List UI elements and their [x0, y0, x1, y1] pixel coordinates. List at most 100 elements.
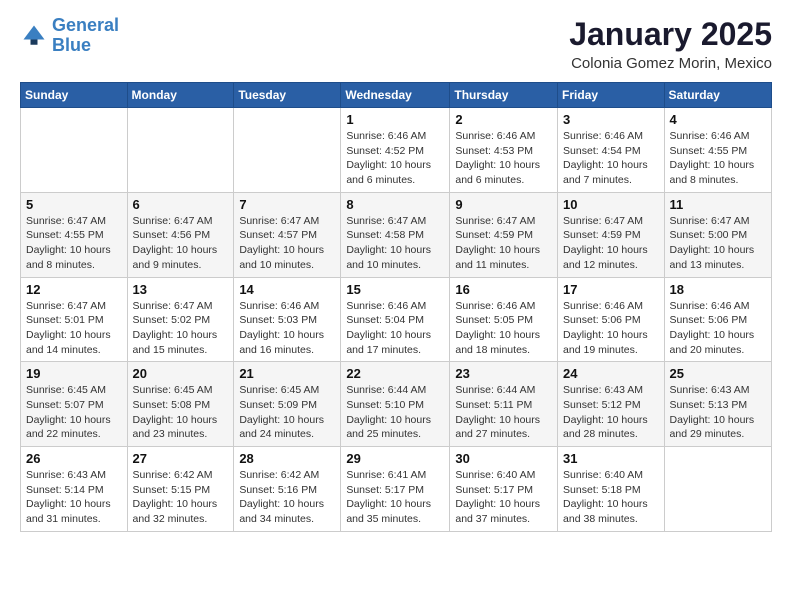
calendar-cell: 8 Sunrise: 6:47 AMSunset: 4:58 PMDaylight… — [341, 192, 450, 277]
day-number: 28 — [239, 451, 335, 466]
day-number: 15 — [346, 282, 444, 297]
calendar-cell: 21 Sunrise: 6:45 AMSunset: 5:09 PMDayligh… — [234, 362, 341, 447]
calendar-cell: 24Sunrise: 6:43 AMSunset: 5:12 PMDayligh… — [558, 362, 665, 447]
day-number: 22 — [346, 366, 444, 381]
col-monday: Monday — [127, 83, 234, 108]
day-number: 5 — [26, 197, 122, 212]
calendar-week-row: 5 Sunrise: 6:47 AMSunset: 4:55 PMDaylight… — [21, 192, 772, 277]
calendar-week-row: 19Sunrise: 6:45 AMSunset: 5:07 PMDayligh… — [21, 362, 772, 447]
header-row: Sunday Monday Tuesday Wednesday Thursday… — [21, 83, 772, 108]
day-number: 27 — [133, 451, 229, 466]
calendar-cell: 3Sunrise: 6:46 AMSunset: 4:54 PMDaylight… — [558, 108, 665, 193]
calendar-cell: 9 Sunrise: 6:47 AMSunset: 4:59 PMDaylight… — [450, 192, 558, 277]
day-info: Sunrise: 6:47 AMSunset: 4:59 PMDaylight:… — [563, 214, 659, 273]
calendar-cell: 31 Sunrise: 6:40 AMSunset: 5:18 PMDayligh… — [558, 447, 665, 532]
day-info: Sunrise: 6:44 AMSunset: 5:11 PMDaylight:… — [455, 383, 552, 442]
day-info: Sunrise: 6:47 AMSunset: 4:55 PMDaylight:… — [26, 214, 122, 273]
day-info: Sunrise: 6:46 AMSunset: 5:03 PMDaylight:… — [239, 299, 335, 358]
calendar-cell: 22Sunrise: 6:44 AMSunset: 5:10 PMDayligh… — [341, 362, 450, 447]
day-info: Sunrise: 6:45 AMSunset: 5:09 PMDaylight:… — [239, 383, 335, 442]
day-number: 29 — [346, 451, 444, 466]
month-title: January 2025 — [569, 16, 772, 53]
calendar-cell — [127, 108, 234, 193]
day-number: 16 — [455, 282, 552, 297]
day-number: 17 — [563, 282, 659, 297]
day-number: 14 — [239, 282, 335, 297]
subtitle: Colonia Gomez Morin, Mexico — [569, 55, 772, 72]
day-number: 4 — [670, 112, 766, 127]
day-number: 3 — [563, 112, 659, 127]
title-block: January 2025 Colonia Gomez Morin, Mexico — [569, 16, 772, 72]
col-saturday: Saturday — [664, 83, 771, 108]
day-info: Sunrise: 6:47 AMSunset: 4:56 PMDaylight:… — [133, 214, 229, 273]
calendar-header: Sunday Monday Tuesday Wednesday Thursday… — [21, 83, 772, 108]
day-info: Sunrise: 6:42 AMSunset: 5:16 PMDaylight:… — [239, 468, 335, 527]
header: General Blue January 2025 Colonia Gomez … — [20, 16, 772, 72]
calendar-cell — [664, 447, 771, 532]
logo: General Blue — [20, 16, 119, 56]
day-info: Sunrise: 6:43 AMSunset: 5:14 PMDaylight:… — [26, 468, 122, 527]
calendar-cell — [21, 108, 128, 193]
day-number: 31 — [563, 451, 659, 466]
calendar-cell: 16Sunrise: 6:46 AMSunset: 5:05 PMDayligh… — [450, 277, 558, 362]
day-info: Sunrise: 6:47 AMSunset: 4:58 PMDaylight:… — [346, 214, 444, 273]
calendar-cell: 25 Sunrise: 6:43 AMSunset: 5:13 PMDayligh… — [664, 362, 771, 447]
day-info: Sunrise: 6:47 AMSunset: 5:00 PMDaylight:… — [670, 214, 766, 273]
day-info: Sunrise: 6:47 AMSunset: 5:02 PMDaylight:… — [133, 299, 229, 358]
day-info: Sunrise: 6:47 AMSunset: 4:57 PMDaylight:… — [239, 214, 335, 273]
calendar-cell: 28 Sunrise: 6:42 AMSunset: 5:16 PMDayligh… — [234, 447, 341, 532]
day-number: 8 — [346, 197, 444, 212]
day-number: 21 — [239, 366, 335, 381]
day-info: Sunrise: 6:41 AMSunset: 5:17 PMDaylight:… — [346, 468, 444, 527]
day-info: Sunrise: 6:46 AMSunset: 4:55 PMDaylight:… — [670, 129, 766, 188]
day-number: 7 — [239, 197, 335, 212]
calendar-cell: 19Sunrise: 6:45 AMSunset: 5:07 PMDayligh… — [21, 362, 128, 447]
col-sunday: Sunday — [21, 83, 128, 108]
day-number: 12 — [26, 282, 122, 297]
logo-line1: General — [52, 15, 119, 35]
day-number: 6 — [133, 197, 229, 212]
calendar-cell: 1Sunrise: 6:46 AMSunset: 4:52 PMDaylight… — [341, 108, 450, 193]
day-number: 26 — [26, 451, 122, 466]
col-thursday: Thursday — [450, 83, 558, 108]
page: General Blue January 2025 Colonia Gomez … — [0, 0, 792, 612]
calendar-cell: 27 Sunrise: 6:42 AMSunset: 5:15 PMDayligh… — [127, 447, 234, 532]
day-info: Sunrise: 6:42 AMSunset: 5:15 PMDaylight:… — [133, 468, 229, 527]
calendar-cell: 18Sunrise: 6:46 AMSunset: 5:06 PMDayligh… — [664, 277, 771, 362]
calendar-cell: 13Sunrise: 6:47 AMSunset: 5:02 PMDayligh… — [127, 277, 234, 362]
day-info: Sunrise: 6:46 AMSunset: 4:52 PMDaylight:… — [346, 129, 444, 188]
calendar-cell: 30Sunrise: 6:40 AMSunset: 5:17 PMDayligh… — [450, 447, 558, 532]
calendar-week-row: 26 Sunrise: 6:43 AMSunset: 5:14 PMDayligh… — [21, 447, 772, 532]
calendar-cell: 6 Sunrise: 6:47 AMSunset: 4:56 PMDaylight… — [127, 192, 234, 277]
col-tuesday: Tuesday — [234, 83, 341, 108]
calendar-body: 1Sunrise: 6:46 AMSunset: 4:52 PMDaylight… — [21, 108, 772, 532]
calendar-cell: 15 Sunrise: 6:46 AMSunset: 5:04 PMDayligh… — [341, 277, 450, 362]
calendar-cell: 29 Sunrise: 6:41 AMSunset: 5:17 PMDayligh… — [341, 447, 450, 532]
day-number: 9 — [455, 197, 552, 212]
calendar-cell: 23Sunrise: 6:44 AMSunset: 5:11 PMDayligh… — [450, 362, 558, 447]
logo-icon — [20, 22, 48, 50]
day-info: Sunrise: 6:45 AMSunset: 5:08 PMDaylight:… — [133, 383, 229, 442]
day-info: Sunrise: 6:40 AMSunset: 5:18 PMDaylight:… — [563, 468, 659, 527]
day-number: 19 — [26, 366, 122, 381]
calendar-cell: 10 Sunrise: 6:47 AMSunset: 4:59 PMDayligh… — [558, 192, 665, 277]
day-number: 24 — [563, 366, 659, 381]
day-number: 2 — [455, 112, 552, 127]
calendar-cell: 2Sunrise: 6:46 AMSunset: 4:53 PMDaylight… — [450, 108, 558, 193]
day-number: 11 — [670, 197, 766, 212]
calendar-cell: 4 Sunrise: 6:46 AMSunset: 4:55 PMDaylight… — [664, 108, 771, 193]
day-number: 25 — [670, 366, 766, 381]
day-number: 30 — [455, 451, 552, 466]
calendar-cell: 26 Sunrise: 6:43 AMSunset: 5:14 PMDayligh… — [21, 447, 128, 532]
day-info: Sunrise: 6:46 AMSunset: 5:06 PMDaylight:… — [670, 299, 766, 358]
logo-text: General Blue — [52, 16, 119, 56]
day-info: Sunrise: 6:46 AMSunset: 5:04 PMDaylight:… — [346, 299, 444, 358]
calendar-table: Sunday Monday Tuesday Wednesday Thursday… — [20, 82, 772, 532]
calendar-cell: 7 Sunrise: 6:47 AMSunset: 4:57 PMDaylight… — [234, 192, 341, 277]
calendar-cell: 5 Sunrise: 6:47 AMSunset: 4:55 PMDaylight… — [21, 192, 128, 277]
day-number: 10 — [563, 197, 659, 212]
calendar-cell: 12Sunrise: 6:47 AMSunset: 5:01 PMDayligh… — [21, 277, 128, 362]
day-number: 20 — [133, 366, 229, 381]
day-info: Sunrise: 6:43 AMSunset: 5:13 PMDaylight:… — [670, 383, 766, 442]
day-info: Sunrise: 6:47 AMSunset: 4:59 PMDaylight:… — [455, 214, 552, 273]
